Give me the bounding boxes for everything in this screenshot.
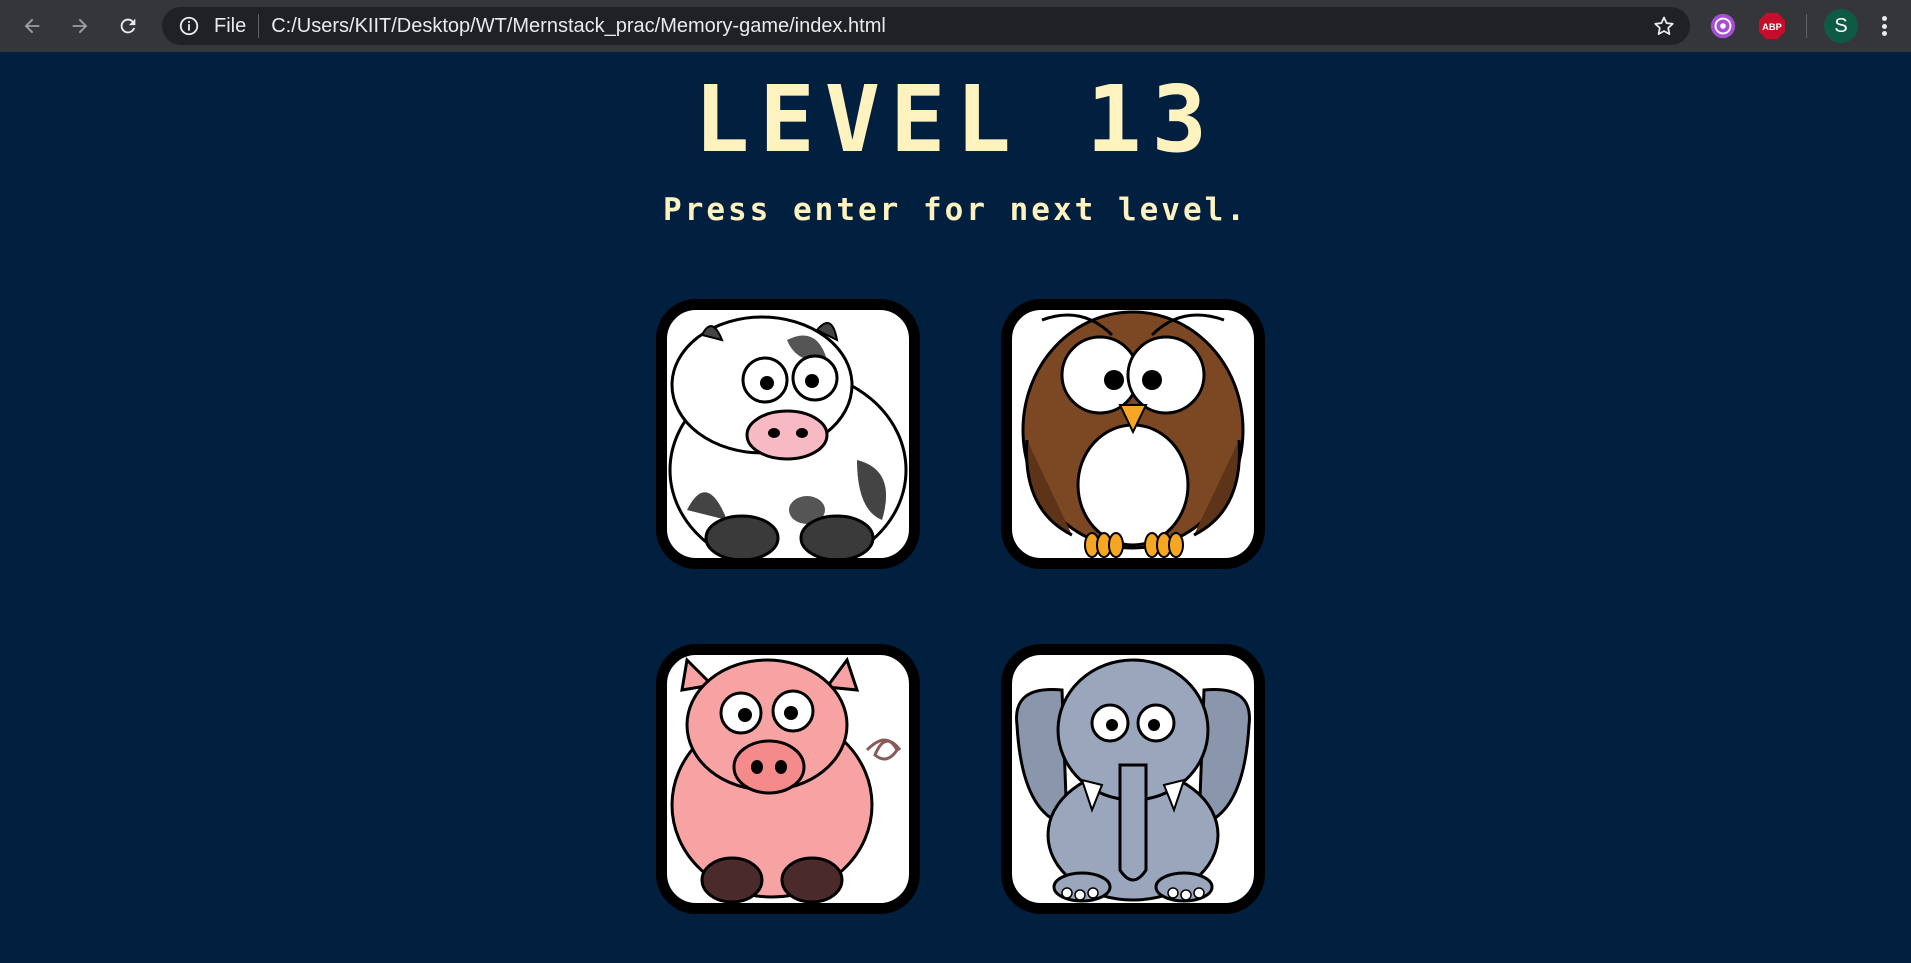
omnibox-divider bbox=[258, 14, 260, 38]
profile-avatar[interactable]: S bbox=[1824, 9, 1858, 43]
bookmark-star-icon[interactable] bbox=[1652, 14, 1676, 38]
abp-label: ABP bbox=[1762, 22, 1782, 32]
adblock-extension-icon[interactable]: ABP bbox=[1757, 11, 1787, 41]
card-owl[interactable] bbox=[1001, 299, 1265, 569]
level-title: LEVEL 13 bbox=[693, 66, 1218, 173]
instruction-text: Press enter for next level. bbox=[663, 192, 1248, 228]
arrow-right-icon bbox=[72, 18, 88, 34]
scheme-label: File bbox=[214, 14, 247, 37]
elephant-icon bbox=[1015, 658, 1251, 903]
toolbar-divider bbox=[1806, 14, 1807, 38]
info-icon[interactable] bbox=[178, 15, 200, 37]
card-cow[interactable] bbox=[656, 299, 920, 569]
back-button[interactable] bbox=[14, 8, 50, 44]
reload-button[interactable] bbox=[110, 8, 146, 44]
reload-icon bbox=[120, 18, 136, 34]
vpn-extension-icon[interactable] bbox=[1708, 11, 1738, 41]
card-pig[interactable] bbox=[656, 644, 920, 914]
arrow-left-icon bbox=[24, 18, 40, 34]
url-text[interactable]: C:/Users/KIIT/Desktop/WT/Mernstack_prac/… bbox=[271, 15, 886, 38]
card-elephant[interactable] bbox=[1001, 644, 1265, 914]
address-bar[interactable]: File C:/Users/KIIT/Desktop/WT/Mernstack_… bbox=[162, 7, 1690, 45]
forward-button[interactable] bbox=[62, 8, 98, 44]
browser-menu-icon[interactable] bbox=[1874, 12, 1894, 40]
pig-icon bbox=[670, 656, 902, 903]
owl-icon bbox=[1021, 310, 1245, 558]
browser-toolbar: File C:/Users/KIIT/Desktop/WT/Mernstack_… bbox=[0, 0, 1911, 52]
cow-icon bbox=[668, 315, 908, 558]
